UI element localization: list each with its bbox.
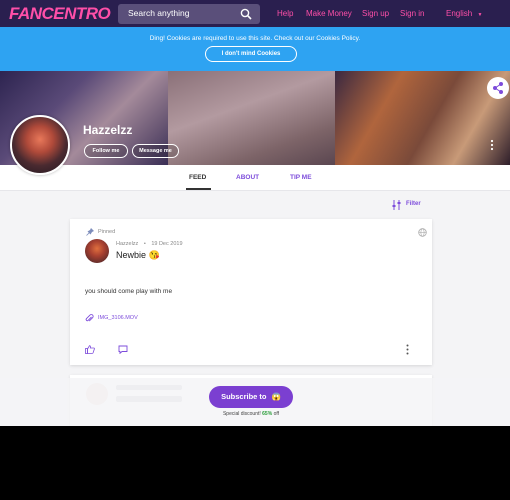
chevron-down-icon: ▼ <box>477 12 483 18</box>
post-more-icon[interactable] <box>406 344 409 355</box>
share-button[interactable] <box>487 77 509 99</box>
more-vert-icon[interactable] <box>490 139 494 151</box>
discount-value: 65% <box>262 411 273 417</box>
cover-photo-2 <box>168 71 335 165</box>
post-title: Newbie 😘 <box>116 250 160 260</box>
cookie-message: Ding! Cookies are required to use this s… <box>149 35 361 42</box>
nav-sign-up-link[interactable]: Sign up <box>362 9 389 18</box>
cover-photo-3 <box>335 71 510 165</box>
share-icon <box>493 82 503 94</box>
page: FANCENTRO Search anything Help Make Mone… <box>0 0 510 426</box>
post-author-avatar[interactable] <box>85 239 109 263</box>
tab-about[interactable]: ABOUT <box>236 174 259 181</box>
profile-tabs: FEED ABOUT TIP ME <box>0 165 510 191</box>
discount-prefix: Special discount! <box>222 411 261 417</box>
attachment-link[interactable]: IMG_3106.MOV <box>98 315 138 321</box>
message-button[interactable]: Message me <box>132 144 179 158</box>
profile-name: Hazzelzz <box>83 123 133 137</box>
search-box[interactable]: Search anything <box>118 4 260 24</box>
globe-icon <box>418 228 427 237</box>
nav-help-link[interactable]: Help <box>277 9 293 18</box>
accept-cookies-button[interactable]: I don't mind Cookies <box>205 46 297 62</box>
subscribe-label: Subscribe to <box>221 392 267 401</box>
nav-make-money-link[interactable]: Make Money <box>306 9 352 18</box>
cookie-banner: Ding! Cookies are required to use this s… <box>0 27 510 71</box>
fancentro-logo[interactable]: FANCENTRO <box>9 4 111 24</box>
post-date: 19 Dec 2019 <box>151 241 183 247</box>
search-icon[interactable] <box>240 8 252 20</box>
avatar[interactable] <box>10 115 70 175</box>
comment-icon[interactable] <box>118 345 128 354</box>
nav-sign-in-link[interactable]: Sign in <box>400 9 424 18</box>
language-select[interactable]: English ▼ <box>446 9 482 18</box>
filter-button[interactable]: Filter <box>406 201 421 207</box>
filter-sliders-icon[interactable] <box>391 200 402 210</box>
tab-feed[interactable]: FEED <box>189 174 206 181</box>
post-author[interactable]: Hazzelzz <box>116 241 138 247</box>
follow-button[interactable]: Follow me <box>84 144 128 158</box>
post-meta: Hazzelzz • 19 Dec 2019 <box>116 241 183 247</box>
meta-separator: • <box>143 241 146 247</box>
post-body: you should come play with me <box>85 288 173 295</box>
pin-icon <box>86 228 94 236</box>
subscribe-button[interactable]: Subscribe to 😱 <box>209 386 293 408</box>
discount-suffix: off <box>273 411 280 417</box>
tab-tip-me[interactable]: TIP ME <box>290 174 312 181</box>
tab-active-indicator <box>186 188 211 190</box>
cover-photos: Hazzelzz Follow me Message me <box>0 71 510 165</box>
discount-note: Special discount! 65% off <box>0 411 502 417</box>
thumbs-up-icon[interactable] <box>85 345 95 354</box>
language-label: English <box>446 9 473 18</box>
subscribe-emoji: 😱 <box>271 392 281 401</box>
pinned-label: Pinned <box>98 229 116 235</box>
search-input[interactable]: Search anything <box>128 8 189 18</box>
post-card: Pinned Hazzelzz • 19 Dec 2019 Newbie 😘 y… <box>70 219 432 365</box>
paperclip-icon <box>85 314 94 322</box>
top-nav: FANCENTRO Search anything Help Make Mone… <box>0 0 510 27</box>
